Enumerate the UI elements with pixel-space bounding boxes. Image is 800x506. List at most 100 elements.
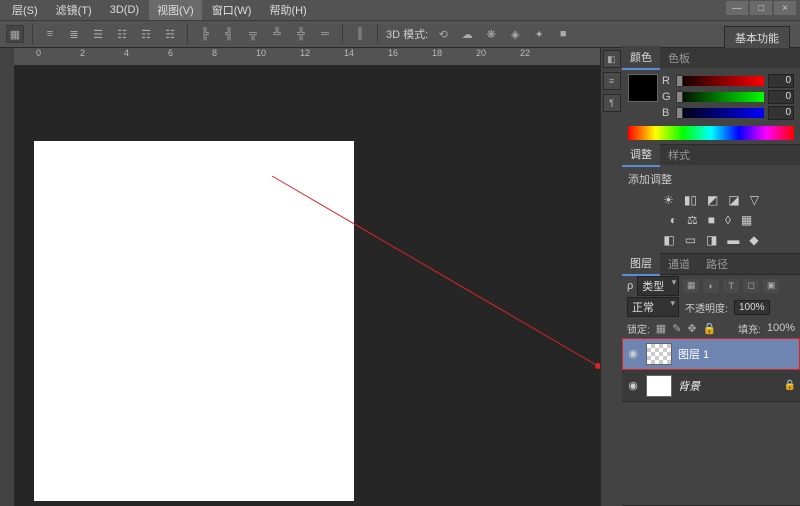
tab-channels[interactable]: 通道 bbox=[660, 253, 698, 275]
invert-icon[interactable]: ◧ bbox=[663, 233, 674, 247]
3d-icon[interactable]: ❋ bbox=[482, 25, 500, 43]
menu-item[interactable]: 帮助(H) bbox=[261, 0, 314, 20]
filter-pixel-icon[interactable]: ▦ bbox=[683, 279, 699, 293]
distribute-icon[interactable]: ═ bbox=[316, 25, 334, 43]
opacity-value[interactable]: 100% bbox=[734, 300, 770, 315]
collapsed-panel-tabs: ◧ ≡ ¶ bbox=[600, 48, 622, 506]
ruler-tick: 16 bbox=[388, 48, 398, 58]
fill-value[interactable]: 100% bbox=[767, 322, 795, 334]
distribute-icon[interactable]: ║ bbox=[351, 25, 369, 43]
align-icon[interactable]: ≡ bbox=[41, 25, 59, 43]
align-icon[interactable]: ≣ bbox=[65, 25, 83, 43]
posterize-icon[interactable]: ▭ bbox=[685, 233, 696, 247]
adjustments-title: 添加调整 bbox=[628, 171, 794, 187]
curves-icon[interactable]: ◩ bbox=[707, 193, 718, 207]
selective-color-icon[interactable]: ◆ bbox=[749, 233, 758, 247]
blend-mode-select[interactable]: 正常 bbox=[627, 297, 679, 317]
tab-styles[interactable]: 样式 bbox=[660, 144, 698, 166]
color-slider[interactable] bbox=[676, 108, 764, 118]
layer-row[interactable]: ◉ 图层 1 bbox=[622, 338, 800, 370]
options-toolbar: ▦ ≡ ≣ ☰ ☷ ☶ ☵ ╠ ╣ ╦ ╩ ╬ ═ ║ 3D 模式: ⟲ ☁ ❋… bbox=[0, 20, 800, 48]
layer-thumbnail[interactable] bbox=[646, 375, 672, 397]
brightness-icon[interactable]: ☀ bbox=[663, 193, 674, 207]
menu-item[interactable]: 3D(D) bbox=[102, 2, 147, 18]
panel-tab-icon[interactable]: ≡ bbox=[603, 72, 621, 90]
color-slider[interactable] bbox=[676, 76, 764, 86]
distribute-icon[interactable]: ╩ bbox=[268, 25, 286, 43]
minimize-button[interactable]: — bbox=[726, 1, 748, 15]
filter-adjustment-icon[interactable]: ◐ bbox=[703, 279, 719, 293]
tab-paths[interactable]: 路径 bbox=[698, 253, 736, 275]
visibility-icon[interactable]: ◉ bbox=[626, 379, 640, 392]
tool-icon[interactable]: ▦ bbox=[6, 25, 24, 43]
tab-adjustments[interactable]: 调整 bbox=[622, 143, 660, 167]
align-icon[interactable]: ☰ bbox=[89, 25, 107, 43]
color-spectrum[interactable] bbox=[628, 126, 794, 140]
channel-label: R bbox=[662, 75, 672, 87]
filter-shape-icon[interactable]: ◻ bbox=[743, 279, 759, 293]
menu-item[interactable]: 滤镜(T) bbox=[48, 0, 100, 20]
exposure-icon[interactable]: ◪ bbox=[728, 193, 739, 207]
menu-item[interactable]: 视图(V) bbox=[149, 0, 202, 20]
3d-icon[interactable]: ◈ bbox=[506, 25, 524, 43]
tab-swatches[interactable]: 色板 bbox=[660, 47, 698, 69]
ruler-tick: 12 bbox=[300, 48, 310, 58]
menu-bar: 层(S)滤镜(T)3D(D)视图(V)窗口(W)帮助(H) bbox=[0, 0, 800, 20]
layer-name[interactable]: 图层 1 bbox=[678, 346, 709, 362]
threshold-icon[interactable]: ◨ bbox=[706, 233, 717, 247]
align-icon[interactable]: ☵ bbox=[161, 25, 179, 43]
channel-label: B bbox=[662, 107, 672, 119]
canvas-area[interactable] bbox=[14, 66, 600, 506]
photo-filter-icon[interactable]: ◊ bbox=[725, 213, 731, 227]
close-button[interactable]: × bbox=[774, 1, 796, 15]
distribute-icon[interactable]: ╦ bbox=[244, 25, 262, 43]
channel-value[interactable]: 0 bbox=[768, 74, 794, 88]
foreground-color-swatch[interactable] bbox=[628, 74, 658, 102]
distribute-icon[interactable]: ╠ bbox=[196, 25, 214, 43]
menu-item[interactable]: 窗口(W) bbox=[204, 0, 260, 20]
3d-icon[interactable]: ⟲ bbox=[434, 25, 452, 43]
align-icon[interactable]: ☶ bbox=[137, 25, 155, 43]
ruler-tick: 4 bbox=[124, 48, 129, 58]
bw-icon[interactable]: ■ bbox=[708, 213, 715, 227]
lock-pixels-icon[interactable]: ▦ bbox=[656, 322, 666, 335]
layer-filter-type[interactable]: 类型 bbox=[637, 276, 679, 296]
hue-icon[interactable]: ◐ bbox=[670, 213, 677, 227]
filter-type-icon[interactable]: T bbox=[723, 279, 739, 293]
visibility-icon[interactable]: ◉ bbox=[626, 347, 640, 360]
lock-all-icon[interactable]: 🔒 bbox=[703, 322, 717, 335]
tab-color[interactable]: 颜色 bbox=[622, 46, 660, 70]
menu-item[interactable]: 层(S) bbox=[4, 0, 46, 20]
levels-icon[interactable]: ▮▯ bbox=[684, 193, 697, 207]
panel-tab-icon[interactable]: ◧ bbox=[603, 50, 621, 68]
3d-icon[interactable]: ☁ bbox=[458, 25, 476, 43]
lock-position-icon[interactable]: ✎ bbox=[672, 322, 681, 335]
workspace-switcher[interactable]: 基本功能 bbox=[724, 26, 790, 50]
layer-name[interactable]: 背景 bbox=[678, 378, 700, 394]
filter-smart-icon[interactable]: ▣ bbox=[763, 279, 779, 293]
canvas[interactable] bbox=[34, 141, 354, 501]
layer-row[interactable]: ◉ 背景 🔒 bbox=[622, 370, 800, 402]
layer-thumbnail[interactable] bbox=[646, 343, 672, 365]
panel-tab-icon[interactable]: ¶ bbox=[603, 94, 621, 112]
vibrance-icon[interactable]: ▽ bbox=[750, 193, 759, 207]
3d-icon[interactable]: ■ bbox=[554, 25, 572, 43]
mode-label: 3D 模式: bbox=[386, 26, 428, 42]
balance-icon[interactable]: ⚖ bbox=[687, 213, 698, 227]
color-slider[interactable] bbox=[676, 92, 764, 102]
layer-list: ◉ 图层 1 ◉ 背景 🔒 bbox=[622, 338, 800, 402]
lock-move-icon[interactable]: ✥ bbox=[687, 322, 696, 335]
distribute-icon[interactable]: ╬ bbox=[292, 25, 310, 43]
lock-icon: 🔒 bbox=[784, 380, 796, 391]
3d-icon[interactable]: ✦ bbox=[530, 25, 548, 43]
maximize-button[interactable]: □ bbox=[750, 1, 772, 15]
gradient-map-icon[interactable]: ▬ bbox=[727, 233, 739, 247]
channel-mixer-icon[interactable]: ▦ bbox=[741, 213, 752, 227]
tab-layers[interactable]: 图层 bbox=[622, 252, 660, 276]
distribute-icon[interactable]: ╣ bbox=[220, 25, 238, 43]
align-icon[interactable]: ☷ bbox=[113, 25, 131, 43]
channel-value[interactable]: 0 bbox=[768, 106, 794, 120]
channel-value[interactable]: 0 bbox=[768, 90, 794, 104]
ruler-tick: 6 bbox=[168, 48, 173, 58]
ruler-tick: 8 bbox=[212, 48, 217, 58]
